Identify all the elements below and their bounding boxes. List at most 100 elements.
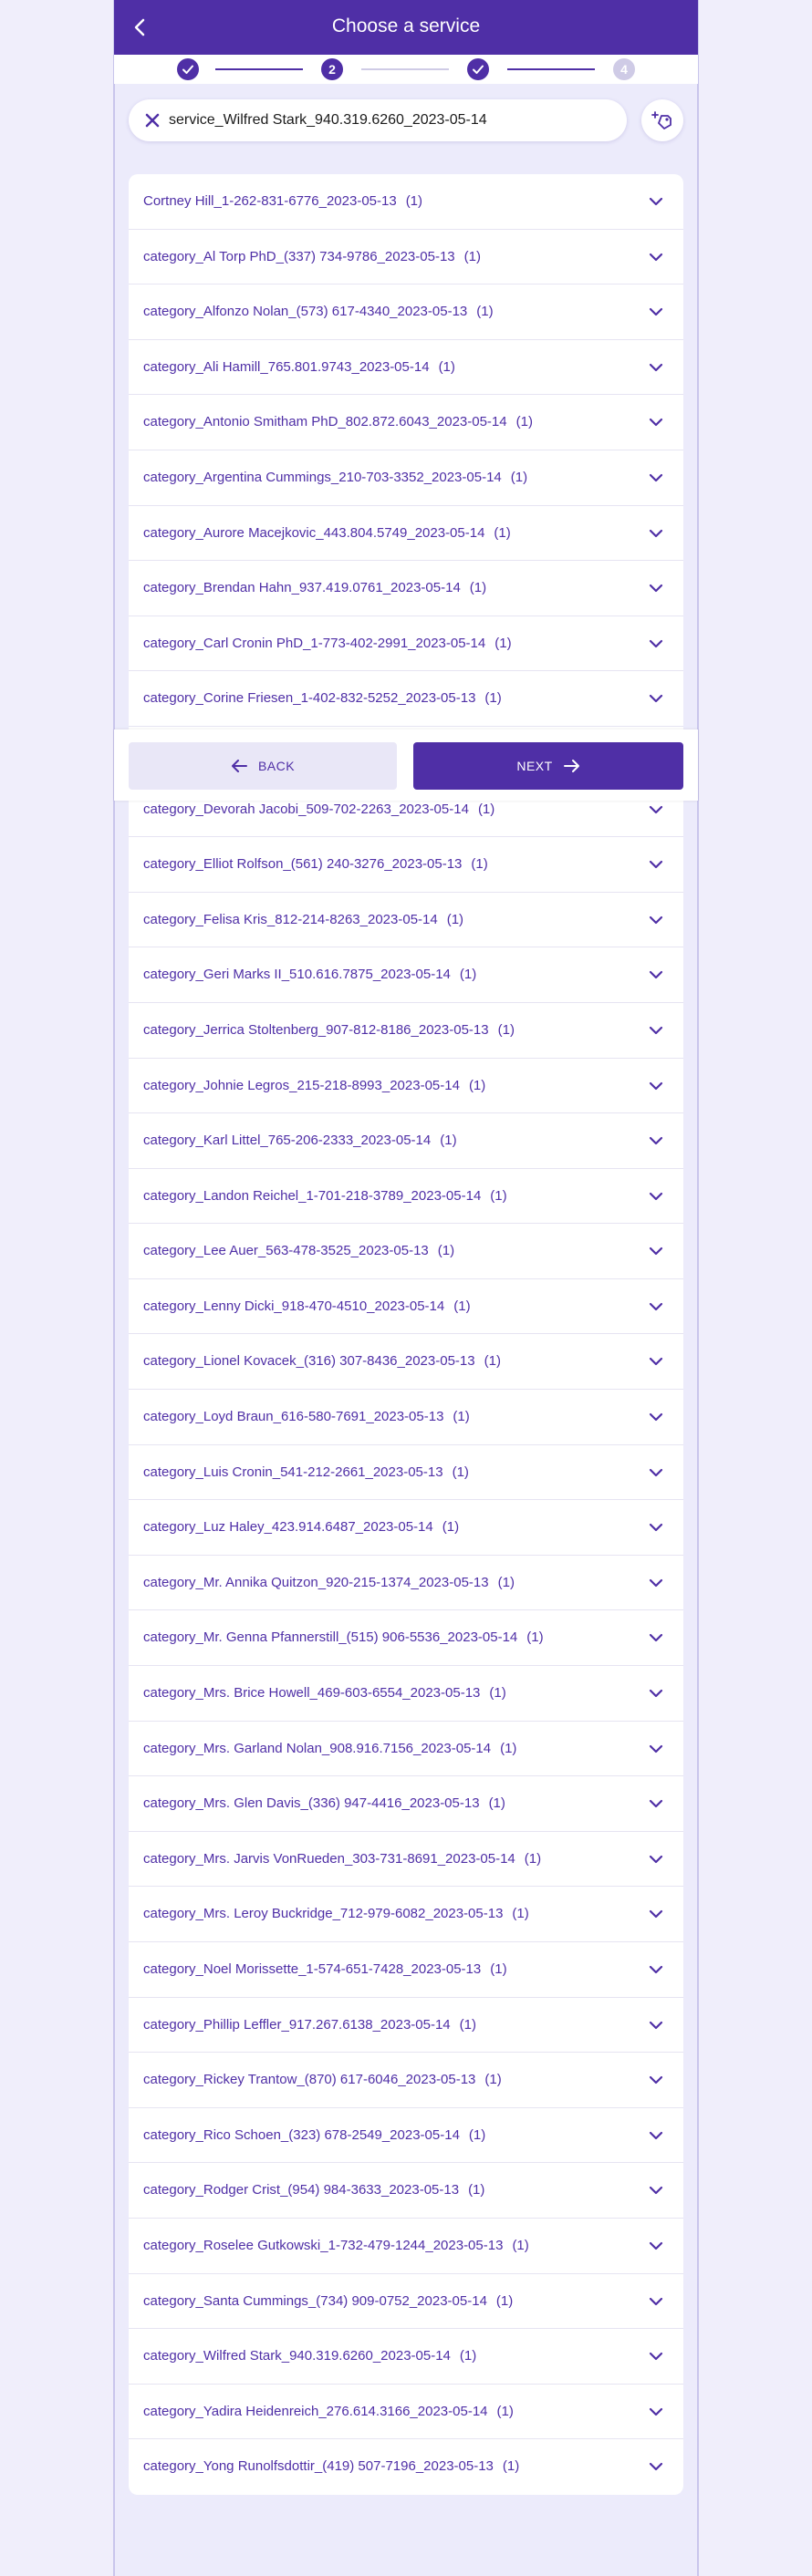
category-list-item[interactable]: category_Brendan Hahn_937.419.0761_2023-… bbox=[129, 561, 683, 616]
category-list-item[interactable]: category_Ali Hamill_765.801.9743_2023-05… bbox=[129, 340, 683, 396]
category-list-item[interactable]: category_Wilfred Stark_940.319.6260_2023… bbox=[129, 2329, 683, 2385]
chevron-down-icon[interactable] bbox=[649, 636, 663, 651]
chevron-down-icon[interactable] bbox=[649, 913, 663, 927]
category-list-item[interactable]: category_Yadira Heidenreich_276.614.3166… bbox=[129, 2385, 683, 2440]
category-list-item[interactable]: category_Roselee Gutkowski_1-732-479-124… bbox=[129, 2219, 683, 2274]
category-list-item[interactable]: category_Loyd Braun_616-580-7691_2023-05… bbox=[129, 1390, 683, 1445]
category-list-item[interactable]: category_Al Torp PhD_(337) 734-9786_2023… bbox=[129, 230, 683, 285]
chevron-down-icon[interactable] bbox=[649, 1354, 663, 1369]
chevron-down-icon[interactable] bbox=[649, 526, 663, 541]
category-item-label: category_Alfonzo Nolan_(573) 617-4340_20… bbox=[143, 304, 494, 319]
chevron-down-icon[interactable] bbox=[649, 1852, 663, 1867]
category-list-item[interactable]: category_Mrs. Brice Howell_469-603-6554_… bbox=[129, 1666, 683, 1722]
category-item-count: (1) bbox=[502, 2458, 520, 2475]
category-list-item[interactable]: category_Luz Haley_423.914.6487_2023-05-… bbox=[129, 1500, 683, 1556]
add-tag-button[interactable] bbox=[641, 99, 683, 141]
category-item-count: (1) bbox=[468, 2182, 485, 2198]
chevron-down-icon[interactable] bbox=[649, 1299, 663, 1314]
chevron-down-icon[interactable] bbox=[649, 1079, 663, 1093]
chevron-down-icon[interactable] bbox=[649, 2073, 663, 2087]
chevron-down-icon[interactable] bbox=[649, 691, 663, 706]
chevron-down-icon[interactable] bbox=[649, 1189, 663, 1204]
next-button[interactable]: NEXT bbox=[413, 742, 683, 790]
chevron-down-icon[interactable] bbox=[649, 250, 663, 264]
category-list-item[interactable]: category_Lionel Kovacek_(316) 307-8436_2… bbox=[129, 1334, 683, 1391]
chevron-down-icon[interactable] bbox=[649, 471, 663, 485]
category-list-item[interactable]: category_Johnie Legros_215-218-8993_2023… bbox=[129, 1059, 683, 1114]
clear-selection-button[interactable] bbox=[141, 109, 163, 131]
category-item-label: category_Ali Hamill_765.801.9743_2023-05… bbox=[143, 359, 455, 375]
category-list-item[interactable]: category_Yong Runolfsdottir_(419) 507-71… bbox=[129, 2439, 683, 2495]
category-list-item[interactable]: category_Santa Cummings_(734) 909-0752_2… bbox=[129, 2274, 683, 2330]
chevron-down-icon[interactable] bbox=[649, 1576, 663, 1590]
category-list-item[interactable]: category_Luis Cronin_541-212-2661_2023-0… bbox=[129, 1445, 683, 1501]
category-item-name: category_Geri Marks II_510.616.7875_2023… bbox=[143, 967, 451, 983]
chevron-down-icon[interactable] bbox=[649, 1962, 663, 1977]
chevron-down-icon[interactable] bbox=[649, 2183, 663, 2198]
chevron-down-icon[interactable] bbox=[649, 194, 663, 209]
chevron-down-icon[interactable] bbox=[649, 1465, 663, 1480]
chevron-down-icon[interactable] bbox=[649, 1133, 663, 1148]
category-item-name: category_Lenny Dicki_918-470-4510_2023-0… bbox=[143, 1298, 445, 1314]
chevron-down-icon[interactable] bbox=[649, 2128, 663, 2143]
chevron-down-icon[interactable] bbox=[649, 1742, 663, 1756]
chevron-down-icon[interactable] bbox=[649, 1796, 663, 1811]
category-list-item[interactable]: category_Mrs. Glen Davis_(336) 947-4416_… bbox=[129, 1776, 683, 1832]
chevron-down-icon[interactable] bbox=[649, 967, 663, 982]
category-item-name: Cortney Hill_1-262-831-6776_2023-05-13 bbox=[143, 193, 397, 209]
category-item-count: (1) bbox=[453, 1409, 470, 1425]
category-item-label: category_Devorah Jacobi_509-702-2263_202… bbox=[143, 802, 494, 817]
category-list-item[interactable]: category_Aurore Macejkovic_443.804.5749_… bbox=[129, 506, 683, 562]
category-list-item[interactable]: category_Jerrica Stoltenberg_907-812-818… bbox=[129, 1003, 683, 1059]
category-list-item[interactable]: category_Rodger Crist_(954) 984-3633_202… bbox=[129, 2163, 683, 2219]
category-list-item[interactable]: category_Rico Schoen_(323) 678-2549_2023… bbox=[129, 2108, 683, 2164]
category-list-item[interactable]: category_Alfonzo Nolan_(573) 617-4340_20… bbox=[129, 284, 683, 340]
category-list-item[interactable]: category_Phillip Leffler_917.267.6138_20… bbox=[129, 1998, 683, 2054]
category-item-count: (1) bbox=[495, 2292, 514, 2309]
chevron-down-icon[interactable] bbox=[649, 1244, 663, 1258]
category-list-item[interactable]: category_Rickey Trantow_(870) 617-6046_2… bbox=[129, 2053, 683, 2108]
category-list-item[interactable]: category_Mrs. Leroy Buckridge_712-979-60… bbox=[129, 1887, 683, 1942]
category-item-label: category_Mrs. Garland Nolan_908.916.7156… bbox=[143, 1741, 516, 1756]
chevron-down-icon[interactable] bbox=[649, 1410, 663, 1424]
chevron-down-icon[interactable] bbox=[649, 2018, 663, 2033]
category-list-item[interactable]: Cortney Hill_1-262-831-6776_2023-05-13 (1… bbox=[129, 174, 683, 230]
back-button[interactable]: BACK bbox=[129, 742, 397, 790]
category-list-item[interactable]: category_Mr. Annika Quitzon_920-215-1374… bbox=[129, 1556, 683, 1611]
chevron-down-icon[interactable] bbox=[649, 2294, 663, 2309]
chevron-down-icon[interactable] bbox=[649, 802, 663, 817]
chevron-down-icon[interactable] bbox=[649, 305, 663, 319]
chevron-down-icon[interactable] bbox=[649, 1686, 663, 1701]
category-list-item[interactable]: category_Felisa Kris_812-214-8263_2023-0… bbox=[129, 893, 683, 948]
chevron-down-icon[interactable] bbox=[649, 2349, 663, 2364]
category-list-item[interactable]: category_Lenny Dicki_918-470-4510_2023-0… bbox=[129, 1279, 683, 1335]
category-list-item[interactable]: category_Mr. Genna Pfannerstill_(515) 90… bbox=[129, 1610, 683, 1667]
chevron-down-icon[interactable] bbox=[649, 2405, 663, 2419]
chevron-down-icon[interactable] bbox=[649, 2239, 663, 2253]
category-list-item[interactable]: category_Corine Friesen_1-402-832-5252_2… bbox=[129, 671, 683, 727]
category-list-item[interactable]: category_Lee Auer_563-478-3525_2023-05-1… bbox=[129, 1224, 683, 1279]
category-list-item[interactable]: category_Geri Marks II_510.616.7875_2023… bbox=[129, 947, 683, 1003]
step-3-done bbox=[467, 58, 489, 80]
chevron-down-icon[interactable] bbox=[649, 415, 663, 429]
chevron-down-icon[interactable] bbox=[649, 857, 663, 872]
category-list-item[interactable]: category_Argentina Cummings_210-703-3352… bbox=[129, 450, 683, 506]
category-list-item[interactable]: category_Landon Reichel_1-701-218-3789_2… bbox=[129, 1169, 683, 1225]
chevron-down-icon[interactable] bbox=[649, 581, 663, 595]
chevron-down-icon[interactable] bbox=[649, 2459, 663, 2474]
category-list-item[interactable]: category_Elliot Rolfson_(561) 240-3276_2… bbox=[129, 837, 683, 893]
category-item-label: category_Corine Friesen_1-402-832-5252_2… bbox=[143, 690, 502, 706]
category-list-item[interactable]: category_Karl Littel_765-206-2333_2023-0… bbox=[129, 1113, 683, 1169]
category-list-item[interactable]: category_Mrs. Garland Nolan_908.916.7156… bbox=[129, 1722, 683, 1777]
category-list-item[interactable]: category_Antonio Smitham PhD_802.872.604… bbox=[129, 395, 683, 450]
chevron-down-icon[interactable] bbox=[649, 1630, 663, 1645]
chevron-down-icon[interactable] bbox=[649, 360, 663, 375]
category-list-item[interactable]: category_Carl Cronin PhD_1-773-402-2991_… bbox=[129, 616, 683, 672]
category-list-item[interactable]: category_Noel Morissette_1-574-651-7428_… bbox=[129, 1942, 683, 1998]
chevron-down-icon[interactable] bbox=[649, 1023, 663, 1038]
selected-service-chip[interactable]: service_Wilfred Stark_940.319.6260_2023-… bbox=[129, 99, 627, 141]
chevron-down-icon[interactable] bbox=[649, 1520, 663, 1535]
chevron-down-icon[interactable] bbox=[649, 1907, 663, 1921]
category-list-item[interactable]: category_Mrs. Jarvis VonRueden_303-731-8… bbox=[129, 1832, 683, 1888]
category-item-name: category_Corine Friesen_1-402-832-5252_2… bbox=[143, 690, 476, 707]
